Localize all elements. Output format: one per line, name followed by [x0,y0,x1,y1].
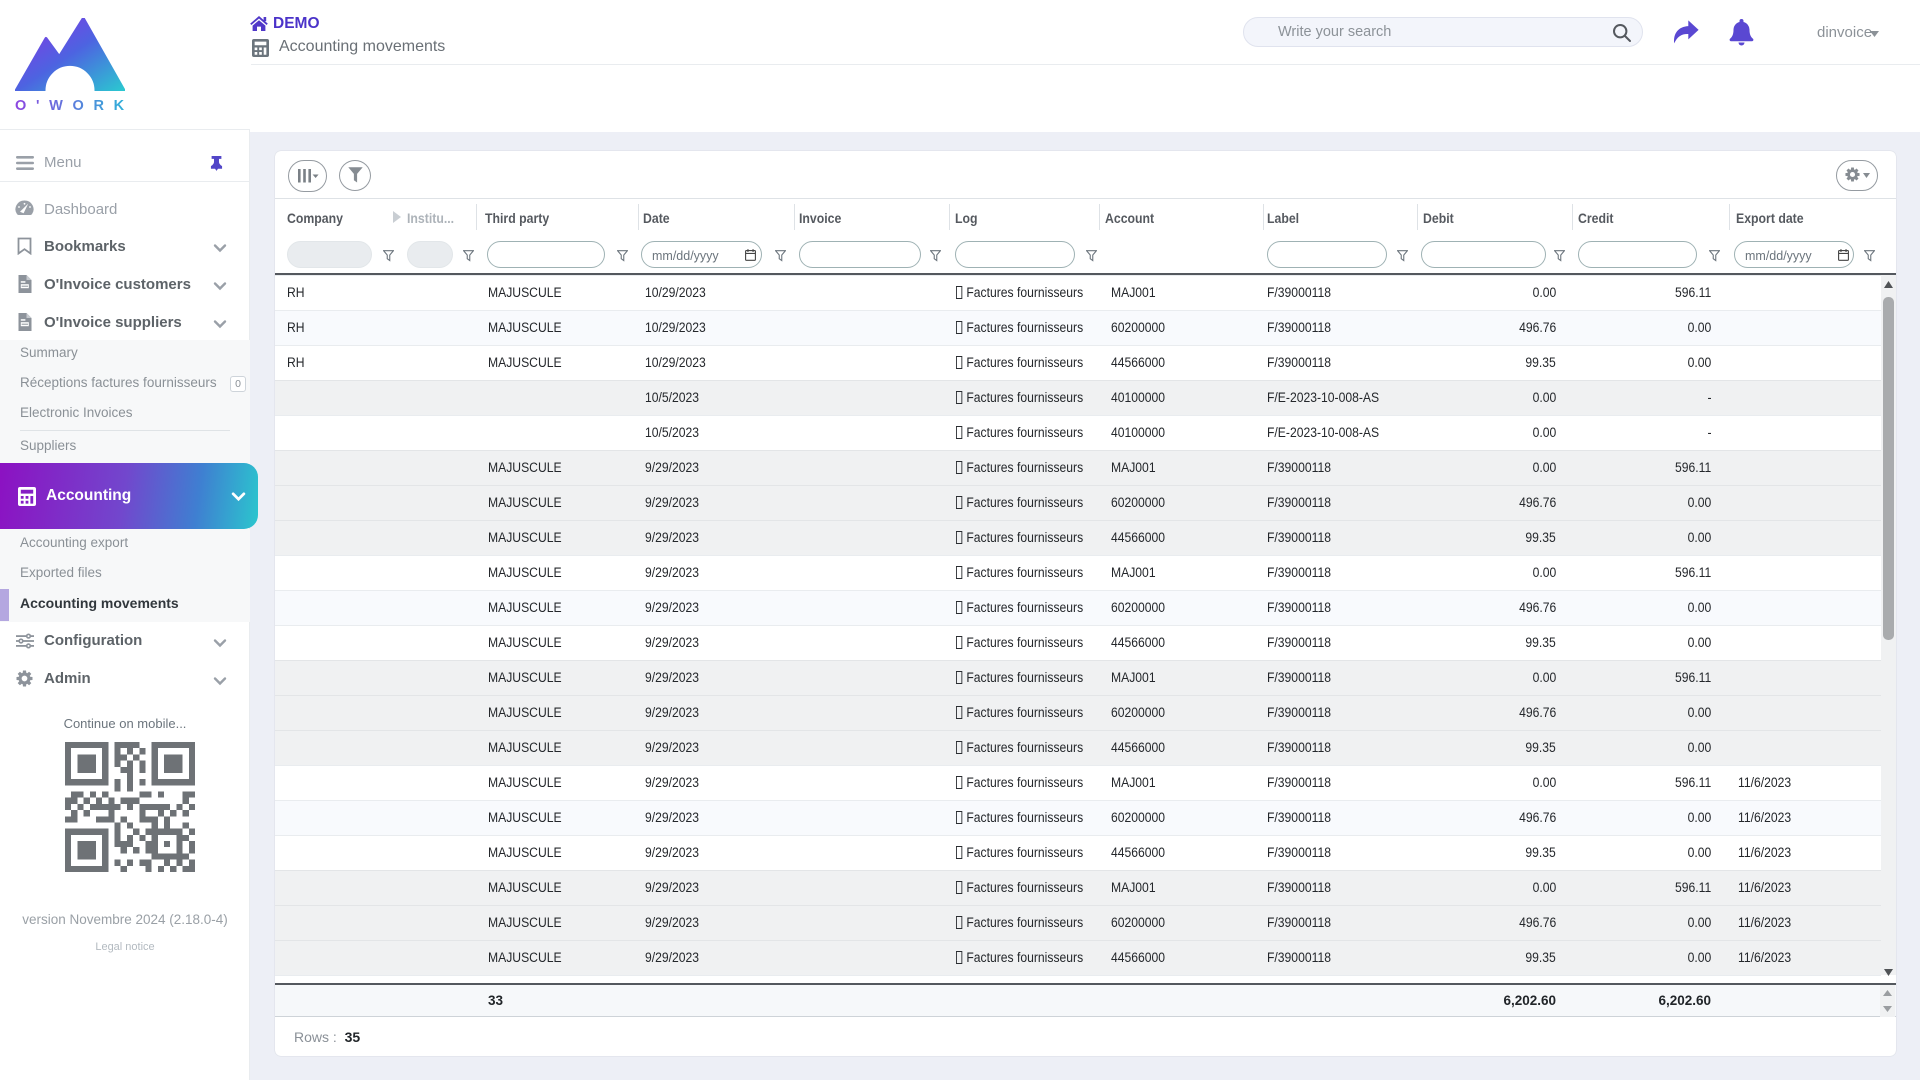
svg-text:O'WORK: O'WORK [15,98,131,114]
